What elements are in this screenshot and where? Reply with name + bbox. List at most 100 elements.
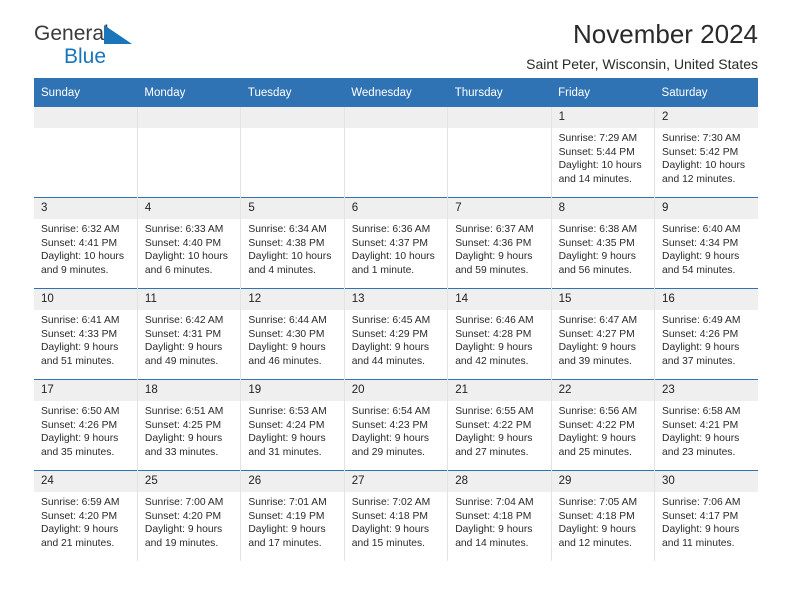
daylight-text-line1: Daylight: 9 hours [662, 524, 740, 536]
day-number [137, 107, 241, 128]
daylight-text-line2: and 54 minutes. [662, 264, 736, 276]
sunset-text: Sunset: 4:19 PM [248, 510, 325, 522]
daylight-text-line2: and 23 minutes. [662, 446, 736, 458]
daylight-text-line1: Daylight: 9 hours [248, 524, 326, 536]
title-block: November 2024 Saint Peter, Wisconsin, Un… [526, 18, 758, 73]
day-number: 28 [448, 471, 551, 492]
calendar-day-cell[interactable]: 28 Sunrise: 7:04 AM Sunset: 4:18 PM Dayligh… [447, 470, 552, 561]
calendar-day-cell[interactable]: 7 Sunrise: 6:37 AM Sunset: 4:36 PM Daylight… [447, 197, 552, 289]
triangle-icon [104, 25, 132, 44]
calendar-day-cell[interactable]: 11 Sunrise: 6:42 AM Sunset: 4:31 PM Dayligh… [137, 288, 242, 380]
daylight-text-line2: and 14 minutes. [455, 537, 529, 549]
daylight-text-line2: and 33 minutes. [144, 446, 219, 458]
calendar-day-cell[interactable]: 12 Sunrise: 6:44 AM Sunset: 4:30 PM Dayligh… [240, 288, 345, 380]
day-details: Sunrise: 7:30 AM Sunset: 5:42 PM Daylight:… [655, 128, 758, 186]
day-number: 2 [655, 107, 758, 128]
sunrise-text: Sunrise: 6:53 AM [248, 406, 327, 417]
day-number: 24 [34, 471, 137, 492]
day-details: Sunrise: 6:49 AM Sunset: 4:26 PM Daylight:… [655, 310, 758, 368]
sunrise-text: Sunrise: 7:30 AM [662, 133, 741, 144]
calendar-day-cell[interactable]: 6 Sunrise: 6:36 AM Sunset: 4:37 PM Daylight… [344, 197, 449, 289]
daylight-text-line1: Daylight: 9 hours [351, 433, 430, 445]
calendar-day-cell[interactable]: 17 Sunrise: 6:50 AM Sunset: 4:26 PM Dayligh… [34, 379, 138, 471]
sunset-text: Sunset: 4:31 PM [144, 328, 222, 340]
calendar-empty-cell [344, 107, 449, 198]
calendar-day-cell[interactable]: 26 Sunrise: 7:01 AM Sunset: 4:19 PM Dayligh… [240, 470, 345, 561]
calendar-day-cell[interactable]: 19 Sunrise: 6:53 AM Sunset: 4:24 PM Dayligh… [240, 379, 345, 471]
daylight-text-line1: Daylight: 9 hours [455, 342, 533, 354]
sunset-text: Sunset: 5:44 PM [558, 146, 635, 158]
calendar-day-cell[interactable]: 18 Sunrise: 6:51 AM Sunset: 4:25 PM Dayligh… [137, 379, 242, 471]
calendar-day-cell[interactable]: 4 Sunrise: 6:33 AM Sunset: 4:40 PM Daylight… [137, 197, 242, 289]
calendar-day-cell[interactable]: 13 Sunrise: 6:45 AM Sunset: 4:29 PM Dayligh… [344, 288, 449, 380]
calendar-day-cell[interactable]: 1 Sunrise: 7:29 AM Sunset: 5:44 PM Daylight… [551, 107, 656, 198]
daylight-text-line2: and 51 minutes. [41, 355, 115, 367]
weekday-header-sunday: Sunday [34, 78, 138, 107]
daylight-text-line2: and 25 minutes. [558, 446, 632, 458]
day-details: Sunrise: 7:01 AM Sunset: 4:19 PM Daylight:… [241, 492, 343, 550]
day-details: Sunrise: 6:33 AM Sunset: 4:40 PM Daylight:… [138, 219, 240, 277]
sunset-text: Sunset: 4:18 PM [455, 510, 532, 522]
calendar-day-cell[interactable]: 14 Sunrise: 6:46 AM Sunset: 4:28 PM Dayligh… [447, 288, 552, 380]
day-details: Sunrise: 6:53 AM Sunset: 4:24 PM Daylight:… [241, 401, 343, 459]
day-details: Sunrise: 6:54 AM Sunset: 4:23 PM Daylight:… [345, 401, 447, 459]
weekday-header-tuesday: Tuesday [240, 78, 345, 107]
sunset-text: Sunset: 4:34 PM [662, 237, 739, 249]
calendar-week-row: 17 Sunrise: 6:50 AM Sunset: 4:26 PM Dayligh… [34, 379, 758, 471]
calendar-day-cell[interactable]: 5 Sunrise: 6:34 AM Sunset: 4:38 PM Daylight… [240, 197, 345, 289]
daylight-text-line2: and 12 minutes. [662, 173, 736, 185]
calendar-week-row: 10 Sunrise: 6:41 AM Sunset: 4:33 PM Dayligh… [34, 288, 758, 380]
calendar-week-row: 3 Sunrise: 6:32 AM Sunset: 4:41 PM Daylight… [34, 197, 758, 289]
calendar-day-cell[interactable]: 29 Sunrise: 7:05 AM Sunset: 4:18 PM Dayligh… [551, 470, 656, 561]
sunset-text: Sunset: 4:35 PM [558, 237, 635, 249]
calendar-day-cell[interactable]: 10 Sunrise: 6:41 AM Sunset: 4:33 PM Dayligh… [34, 288, 138, 380]
sunrise-text: Sunrise: 6:42 AM [144, 315, 224, 326]
sunset-text: Sunset: 4:26 PM [662, 328, 739, 340]
day-details: Sunrise: 7:06 AM Sunset: 4:17 PM Daylight:… [655, 492, 758, 550]
sunset-text: Sunset: 5:42 PM [662, 146, 739, 158]
daylight-text-line2: and 42 minutes. [455, 355, 529, 367]
sunset-text: Sunset: 4:38 PM [248, 237, 325, 249]
day-details: Sunrise: 6:32 AM Sunset: 4:41 PM Daylight:… [34, 219, 137, 277]
daylight-text-line1: Daylight: 10 hours [144, 251, 228, 263]
sunset-text: Sunset: 4:20 PM [41, 510, 118, 522]
daylight-text-line2: and 11 minutes. [662, 537, 735, 549]
daylight-text-line1: Daylight: 10 hours [41, 251, 124, 263]
daylight-text-line2: and 31 minutes. [248, 446, 322, 458]
sunrise-text: Sunrise: 7:06 AM [662, 497, 741, 508]
calendar-day-cell[interactable]: 2 Sunrise: 7:30 AM Sunset: 5:42 PM Daylight… [654, 107, 758, 198]
daylight-text-line1: Daylight: 9 hours [455, 524, 533, 536]
calendar-day-cell[interactable]: 30 Sunrise: 7:06 AM Sunset: 4:17 PM Dayligh… [654, 470, 758, 561]
daylight-text-line2: and 19 minutes. [144, 537, 219, 549]
calendar-day-cell[interactable]: 3 Sunrise: 6:32 AM Sunset: 4:41 PM Daylight… [34, 197, 138, 289]
calendar-day-cell[interactable]: 21 Sunrise: 6:55 AM Sunset: 4:22 PM Dayligh… [447, 379, 552, 471]
brand-logo[interactable]: General Blue [34, 22, 274, 74]
calendar-page: General Blue November 2024 Saint Peter, … [0, 0, 792, 612]
calendar-day-cell[interactable]: 9 Sunrise: 6:40 AM Sunset: 4:34 PM Daylight… [654, 197, 758, 289]
day-number: 20 [344, 380, 448, 401]
day-details: Sunrise: 6:45 AM Sunset: 4:29 PM Daylight:… [345, 310, 447, 368]
sunrise-text: Sunrise: 6:34 AM [248, 224, 327, 235]
calendar-day-cell[interactable]: 8 Sunrise: 6:38 AM Sunset: 4:35 PM Daylight… [551, 197, 656, 289]
sunset-text: Sunset: 4:30 PM [248, 328, 325, 340]
weekday-header-friday: Friday [551, 78, 655, 107]
calendar-day-cell[interactable]: 16 Sunrise: 6:49 AM Sunset: 4:26 PM Dayligh… [654, 288, 758, 380]
calendar-day-cell[interactable]: 15 Sunrise: 6:47 AM Sunset: 4:27 PM Dayligh… [551, 288, 656, 380]
sunrise-text: Sunrise: 6:51 AM [144, 406, 224, 417]
page-subtitle: Saint Peter, Wisconsin, United States [526, 56, 758, 72]
day-number: 1 [551, 107, 655, 128]
calendar-day-cell[interactable]: 23 Sunrise: 6:58 AM Sunset: 4:21 PM Dayligh… [654, 379, 758, 471]
day-details: Sunrise: 6:38 AM Sunset: 4:35 PM Daylight:… [552, 219, 654, 277]
day-number: 10 [34, 289, 137, 310]
calendar-day-cell[interactable]: 20 Sunrise: 6:54 AM Sunset: 4:23 PM Dayligh… [344, 379, 449, 471]
calendar-day-cell[interactable]: 24 Sunrise: 6:59 AM Sunset: 4:20 PM Dayligh… [34, 470, 138, 561]
brand-name-general: General [34, 22, 109, 45]
daylight-text-line2: and 35 minutes. [41, 446, 115, 458]
calendar-empty-cell [447, 107, 552, 198]
calendar-day-cell[interactable]: 25 Sunrise: 7:00 AM Sunset: 4:20 PM Dayligh… [137, 470, 242, 561]
daylight-text-line1: Daylight: 10 hours [351, 251, 435, 263]
daylight-text-line2: and 12 minutes. [558, 537, 632, 549]
calendar-day-cell[interactable]: 22 Sunrise: 6:56 AM Sunset: 4:22 PM Dayligh… [551, 379, 656, 471]
sunrise-text: Sunrise: 7:29 AM [558, 133, 638, 144]
calendar-day-cell[interactable]: 27 Sunrise: 7:02 AM Sunset: 4:18 PM Dayligh… [344, 470, 449, 561]
